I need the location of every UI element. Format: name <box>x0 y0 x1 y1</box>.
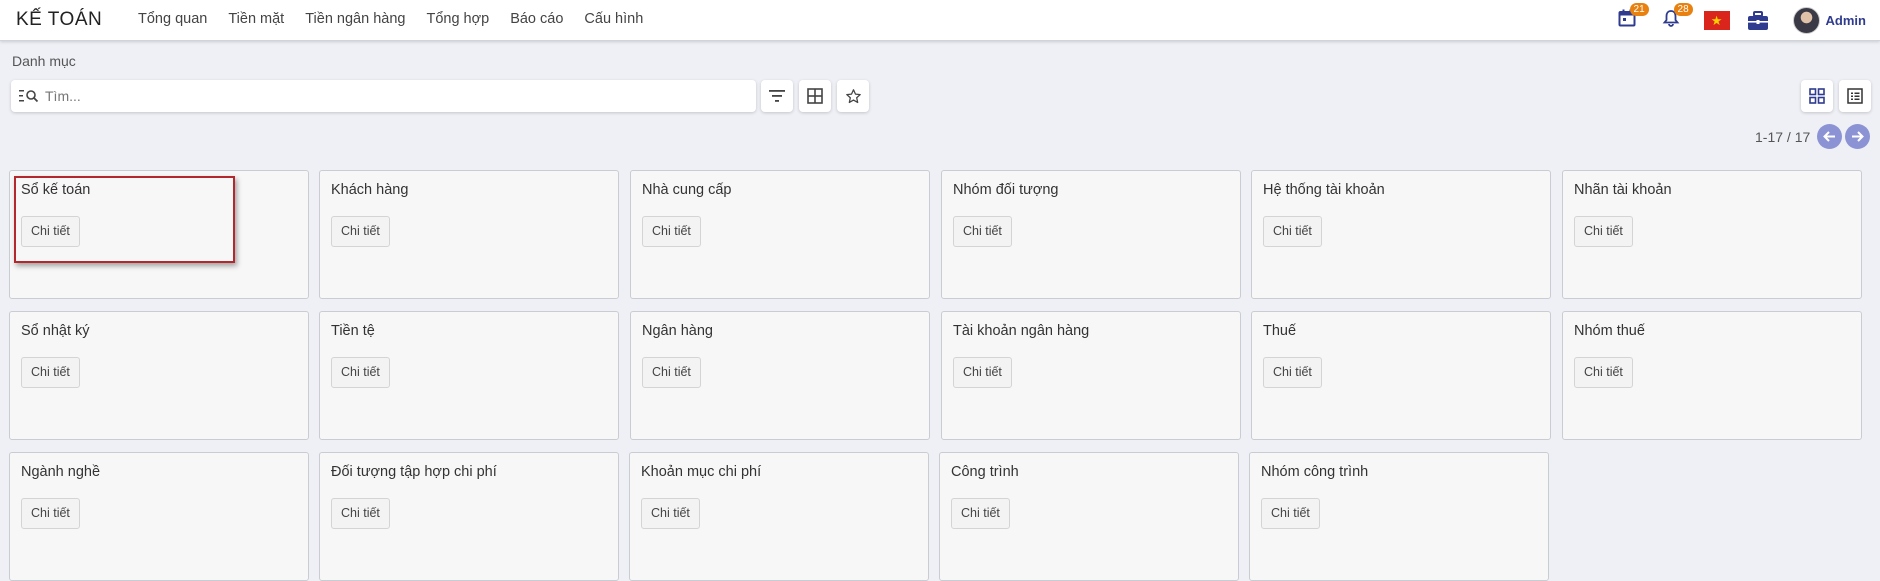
vietnam-flag-icon[interactable]: ★ <box>1703 11 1730 30</box>
card-title: Nhóm đối tượng <box>953 182 1059 198</box>
card-projects[interactable]: Công trình Chi tiết <box>939 452 1239 581</box>
card-currencies[interactable]: Tiền tệ Chi tiết <box>319 311 619 440</box>
card-chart-of-accounts[interactable]: Hệ thống tài khoản Chi tiết <box>1251 170 1551 299</box>
card-project-groups[interactable]: Nhóm công trình Chi tiết <box>1249 452 1549 581</box>
star-icon <box>845 88 861 103</box>
card-customers[interactable]: Khách hàng Chi tiết <box>319 170 619 299</box>
card-title: Sổ nhật ký <box>21 323 90 339</box>
card-title: Khoản mục chi phí <box>641 464 762 480</box>
card-title: Tài khoản ngân hàng <box>953 323 1090 339</box>
arrow-left-icon <box>1823 131 1835 142</box>
card-accounting-book[interactable]: Sổ kế toán Chi tiết <box>9 170 309 299</box>
card-title: Thuế <box>1263 323 1297 339</box>
card-title: Nhà cung cấp <box>642 182 732 198</box>
card-detail-button[interactable]: Chi tiết <box>1574 216 1633 247</box>
card-detail-button[interactable]: Chi tiết <box>21 498 80 529</box>
kanban-view-icon <box>1809 88 1825 104</box>
activities-button[interactable]: 21 <box>1618 3 1649 32</box>
card-bank-accounts[interactable]: Tài khoản ngân hàng Chi tiết <box>941 311 1241 440</box>
card-detail-button[interactable]: Chi tiết <box>331 498 390 529</box>
arrow-right-icon <box>1852 131 1864 142</box>
menu-item-general[interactable]: Tổng hợp <box>426 11 489 27</box>
card-title: Ngành nghề <box>21 464 101 480</box>
card-detail-button[interactable]: Chi tiết <box>1263 357 1322 388</box>
card-detail-button[interactable]: Chi tiết <box>331 216 390 247</box>
card-detail-button[interactable]: Chi tiết <box>1574 357 1633 388</box>
notifications-badge: 28 <box>1673 3 1693 16</box>
card-account-tags[interactable]: Nhãn tài khoản Chi tiết <box>1562 170 1862 299</box>
card-detail-button[interactable]: Chi tiết <box>951 498 1010 529</box>
activities-badge: 21 <box>1629 3 1649 16</box>
briefcase-button[interactable] <box>1747 10 1769 31</box>
pager-next-button[interactable] <box>1845 124 1870 149</box>
group-by-button[interactable] <box>799 80 831 112</box>
card-cost-items[interactable]: Khoản mục chi phí Chi tiết <box>629 452 929 581</box>
card-suppliers[interactable]: Nhà cung cấp Chi tiết <box>630 170 930 299</box>
grid-table-icon <box>807 88 823 104</box>
list-view-button[interactable] <box>1839 80 1871 112</box>
main-menu: Tổng quan Tiền mặt Tiền ngân hàng Tổng h… <box>138 11 664 27</box>
card-detail-button[interactable]: Chi tiết <box>953 357 1012 388</box>
card-banks[interactable]: Ngân hàng Chi tiết <box>630 311 930 440</box>
search-bar <box>11 80 756 112</box>
menu-item-configuration[interactable]: Cấu hình <box>584 11 643 27</box>
card-title: Công trình <box>951 464 1019 480</box>
systray: 21 28 ★ Admin <box>1618 0 1880 41</box>
card-detail-button[interactable]: Chi tiết <box>641 498 700 529</box>
card-partner-groups[interactable]: Nhóm đối tượng Chi tiết <box>941 170 1241 299</box>
card-cost-objects[interactable]: Đối tượng tập hợp chi phí Chi tiết <box>319 452 619 581</box>
card-taxes[interactable]: Thuế Chi tiết <box>1251 311 1551 440</box>
card-title: Khách hàng <box>331 182 409 198</box>
search-options-icon <box>19 90 39 103</box>
card-title: Nhóm thuế <box>1574 323 1645 339</box>
card-title: Hệ thống tài khoản <box>1263 182 1385 198</box>
card-tax-groups[interactable]: Nhóm thuế Chi tiết <box>1562 311 1862 440</box>
card-detail-button[interactable]: Chi tiết <box>1263 216 1322 247</box>
card-detail-button[interactable]: Chi tiết <box>642 216 701 247</box>
menu-item-cash[interactable]: Tiền mặt <box>228 11 284 27</box>
card-detail-button[interactable]: Chi tiết <box>331 357 390 388</box>
favorites-button[interactable] <box>837 80 869 112</box>
notifications-button[interactable]: 28 <box>1662 3 1693 32</box>
user-name: Admin <box>1825 13 1866 28</box>
card-detail-button[interactable]: Chi tiết <box>21 216 80 247</box>
kanban-view-button[interactable] <box>1801 80 1833 112</box>
briefcase-icon <box>1747 10 1768 30</box>
card-detail-button[interactable]: Chi tiết <box>1261 498 1320 529</box>
search-input[interactable] <box>45 88 735 104</box>
card-title: Ngân hàng <box>642 323 713 339</box>
card-detail-button[interactable]: Chi tiết <box>953 216 1012 247</box>
breadcrumb: Danh mục <box>12 53 76 69</box>
card-title: Nhóm công trình <box>1261 464 1369 480</box>
card-detail-button[interactable]: Chi tiết <box>642 357 701 388</box>
card-title: Sổ kế toán <box>21 182 91 198</box>
top-navbar: KẾ TOÁN Tổng quan Tiền mặt Tiền ngân hàn… <box>0 0 1880 41</box>
card-title: Đối tượng tập hợp chi phí <box>331 464 497 480</box>
card-detail-button[interactable]: Chi tiết <box>21 357 80 388</box>
app-brand[interactable]: KẾ TOÁN <box>16 9 102 31</box>
card-industries[interactable]: Ngành nghề Chi tiết <box>9 452 309 581</box>
list-view-icon <box>1847 88 1863 104</box>
card-journals[interactable]: Sổ nhật ký Chi tiết <box>9 311 309 440</box>
card-title: Nhãn tài khoản <box>1574 182 1672 198</box>
filter-icon <box>769 90 785 102</box>
avatar <box>1792 7 1820 34</box>
filter-button[interactable] <box>761 80 793 112</box>
menu-item-overview[interactable]: Tổng quan <box>138 11 207 27</box>
pager-previous-button[interactable] <box>1817 124 1842 149</box>
user-menu[interactable]: Admin <box>1792 7 1866 34</box>
menu-item-reports[interactable]: Báo cáo <box>510 11 563 27</box>
card-title: Tiền tệ <box>331 323 375 339</box>
menu-item-bank[interactable]: Tiền ngân hàng <box>305 11 405 27</box>
pager-value[interactable]: 1-17 / 17 <box>1755 129 1810 145</box>
